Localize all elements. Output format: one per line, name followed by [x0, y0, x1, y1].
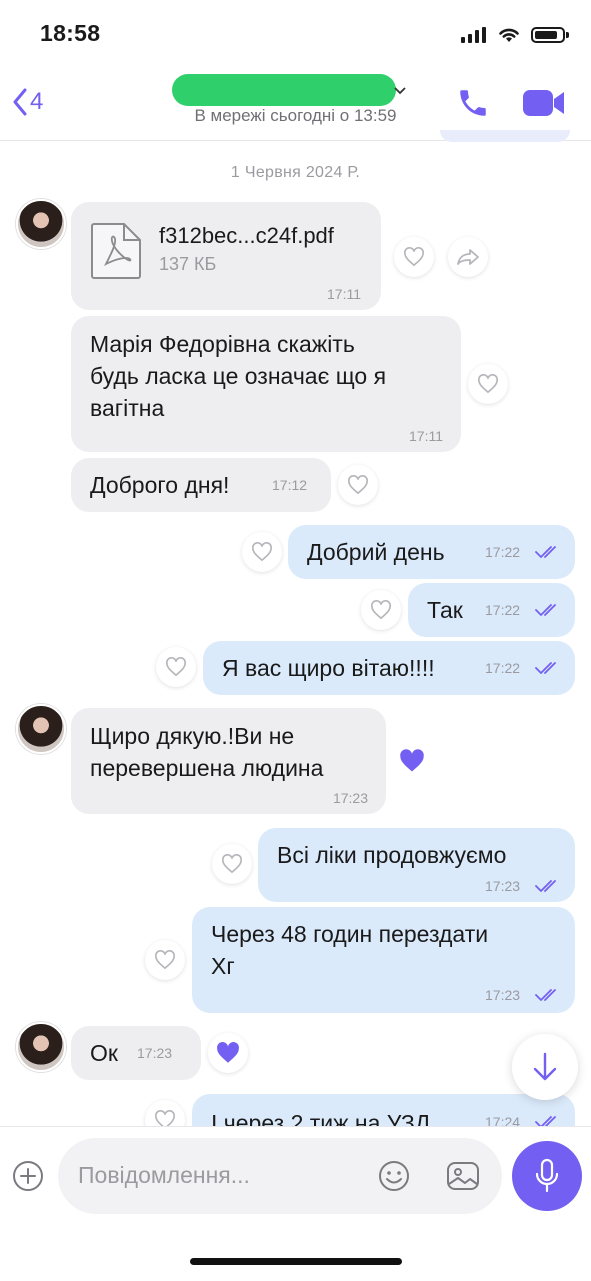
like-button[interactable]: [145, 1100, 185, 1126]
outgoing-message[interactable]: Так 17:22: [408, 583, 575, 637]
message-text-line: Марія Федорівна скажіть: [90, 331, 355, 357]
double-check-icon: [535, 1116, 556, 1126]
double-check-icon: [535, 880, 556, 892]
message-time: 17:12: [272, 477, 308, 493]
message-text-line: вагітна: [90, 395, 165, 421]
call-button[interactable]: [456, 86, 490, 125]
signal-icon: [461, 27, 486, 43]
message-time: 17:11: [327, 286, 361, 302]
heart-outline-icon: [155, 1110, 175, 1126]
message-text: Так: [427, 597, 463, 623]
wifi-icon: [499, 28, 519, 42]
heart-outline-icon: [404, 247, 424, 267]
double-check-icon: [535, 604, 556, 616]
previous-bubble-edge: [440, 130, 570, 142]
heart-outline-icon: [478, 374, 498, 394]
incoming-message[interactable]: Марія Федорівна скажіть будь ласка це оз…: [71, 316, 461, 452]
like-button[interactable]: [145, 940, 185, 980]
message-text-line: будь ласка це означає що я: [90, 363, 387, 389]
outgoing-message[interactable]: Я вас щиро вітаю!!!! 17:22: [203, 641, 575, 695]
contact-name-redacted[interactable]: [172, 74, 396, 106]
message-time: 17:22: [485, 602, 521, 618]
like-button[interactable]: [394, 237, 434, 277]
double-check-icon: [535, 546, 556, 558]
message-time: 17:11: [409, 428, 443, 444]
incoming-message[interactable]: Щиро дякую.!Ви не перевершена людина 17:…: [71, 708, 386, 814]
file-message[interactable]: f312bec...c24f.pdf 137 КБ 17:11: [71, 202, 381, 310]
microphone-icon: [535, 1158, 559, 1193]
outgoing-message[interactable]: Всі ліки продовжуємо 17:23: [258, 828, 575, 902]
voice-message-button[interactable]: [512, 1141, 582, 1211]
message-time: 17:23: [137, 1045, 173, 1061]
like-button[interactable]: [338, 465, 378, 505]
message-time: 17:22: [485, 544, 521, 560]
message-text-line: Щиро дякую.!Ви не: [90, 723, 295, 749]
battery-icon: [531, 27, 569, 43]
heart-filled-button[interactable]: [208, 1033, 248, 1073]
like-button[interactable]: [361, 590, 401, 630]
date-separator: 1 Червня 2024 Р.: [230, 164, 361, 181]
heart-outline-icon: [371, 600, 391, 620]
partial-message-row: І через 2 тиж на УЗД 17:24: [0, 1090, 591, 1126]
message-text: Я вас щиро вітаю!!!!: [222, 655, 435, 681]
heart-outline-icon: [166, 657, 186, 677]
message-time: 17:23: [485, 878, 521, 894]
double-check-icon: [535, 989, 556, 1001]
message-time: 17:24: [485, 1114, 521, 1126]
file-size: 137 КБ: [159, 254, 217, 274]
arrow-down-icon: [533, 1052, 557, 1081]
heart-outline-icon: [348, 475, 368, 495]
outgoing-message[interactable]: І через 2 тиж на УЗД 17:24: [192, 1094, 575, 1126]
avatar[interactable]: [16, 199, 66, 249]
message-text: Добрий день: [307, 539, 445, 565]
share-arrow-icon: [457, 249, 479, 265]
heart-filled-icon: [217, 1042, 239, 1063]
double-check-icon: [535, 662, 556, 674]
heart-outline-icon: [155, 950, 175, 970]
message-time: 17:23: [332, 790, 368, 806]
outgoing-message[interactable]: Через 48 годин перездати Хг 17:23: [192, 907, 575, 1013]
chevron-down-icon[interactable]: [394, 82, 406, 98]
status-icons: [461, 26, 569, 44]
phone-icon: [460, 90, 486, 116]
message-time: 17:23: [485, 987, 521, 1003]
heart-outline-icon: [252, 542, 272, 562]
message-text: Ок: [90, 1040, 118, 1066]
avatar[interactable]: [16, 1022, 66, 1072]
like-button[interactable]: [242, 532, 282, 572]
pdf-file-icon: [90, 222, 142, 285]
heart-filled-icon[interactable]: [398, 748, 426, 779]
message-text: Всі ліки продовжуємо: [277, 842, 507, 868]
message-text-line: Через 48 годин перездати: [211, 921, 489, 947]
home-indicator: [190, 1258, 402, 1265]
emoji-button[interactable]: [378, 1160, 410, 1197]
scroll-to-bottom-button[interactable]: [512, 1034, 578, 1100]
outgoing-message[interactable]: Добрий день 17:22: [288, 525, 575, 579]
video-call-button[interactable]: [522, 88, 566, 123]
avatar[interactable]: [16, 704, 66, 754]
image-icon: [447, 1162, 479, 1190]
plus-circle-icon: [13, 1161, 43, 1191]
status-time: 18:58: [40, 20, 101, 46]
message-text-line: перевершена людина: [90, 755, 324, 781]
message-time: 17:22: [485, 660, 521, 676]
like-button[interactable]: [156, 647, 196, 687]
smiley-icon: [379, 1161, 409, 1191]
forward-button[interactable]: [448, 237, 488, 277]
incoming-message[interactable]: Ок 17:23: [71, 1026, 201, 1080]
video-camera-icon: [523, 90, 564, 116]
message-input-placeholder: Повідомлення...: [78, 1162, 250, 1188]
like-button[interactable]: [212, 844, 252, 884]
heart-outline-icon: [222, 854, 242, 874]
file-name: f312bec...c24f.pdf: [159, 223, 334, 248]
like-button[interactable]: [468, 364, 508, 404]
message-text: І через 2 тиж на УЗД: [211, 1110, 431, 1126]
attach-button[interactable]: [12, 1160, 44, 1197]
incoming-message[interactable]: Доброго дня! 17:12: [71, 458, 331, 512]
gallery-button[interactable]: [446, 1160, 480, 1197]
online-status: В мережі сьогодні о 13:59: [194, 106, 397, 125]
message-text-line: Хг: [211, 953, 235, 979]
message-text: Доброго дня!: [90, 472, 230, 498]
